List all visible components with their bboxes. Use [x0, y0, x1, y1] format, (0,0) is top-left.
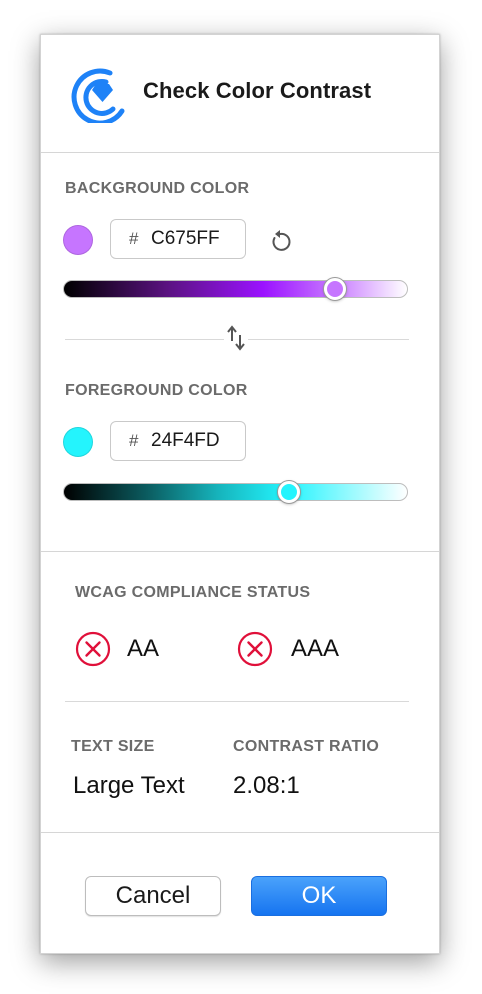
x-circle-icon [75, 631, 111, 667]
contrast-logo-icon [71, 68, 125, 123]
hash-symbol: # [129, 431, 139, 450]
hash-symbol: # [129, 229, 139, 248]
foreground-color-label: FOREGROUND COLOR [65, 382, 248, 399]
background-color-swatch[interactable] [63, 225, 93, 255]
section-divider [41, 832, 439, 833]
swap-icon[interactable] [224, 324, 248, 352]
section-divider [41, 551, 439, 552]
aa-status-label: AA [127, 635, 160, 662]
contrast-ratio-label: CONTRAST RATIO [233, 738, 380, 755]
background-hex-value: C675FF [151, 228, 220, 249]
background-hex-input[interactable]: # C675FF [110, 219, 246, 259]
contrast-ratio-value: 2.08:1 [233, 772, 300, 799]
ok-button[interactable]: OK [251, 876, 387, 916]
background-color-label: BACKGROUND COLOR [65, 180, 250, 197]
aaa-status-label: AAA [291, 635, 340, 662]
foreground-hex-input[interactable]: # 24F4FD [110, 421, 246, 461]
wcag-compliance-label: WCAG COMPLIANCE STATUS [75, 584, 311, 601]
text-size-value: Large Text [73, 772, 185, 799]
text-size-label: TEXT SIZE [71, 738, 155, 755]
cancel-button[interactable]: Cancel [85, 876, 221, 916]
reset-icon[interactable] [267, 229, 293, 255]
foreground-hex-value: 24F4FD [151, 430, 220, 451]
dialog-header: Check Color Contrast [41, 35, 439, 153]
background-slider-thumb[interactable] [324, 278, 346, 300]
x-circle-icon [237, 631, 273, 667]
section-divider [65, 701, 409, 702]
foreground-color-swatch[interactable] [63, 427, 93, 457]
foreground-slider-thumb[interactable] [278, 481, 300, 503]
background-color-slider[interactable] [63, 280, 408, 298]
dialog-title: Check Color Contrast [143, 78, 372, 103]
color-contrast-dialog: Check Color Contrast BACKGROUND COLOR # … [40, 34, 440, 954]
foreground-color-slider[interactable] [63, 483, 408, 501]
